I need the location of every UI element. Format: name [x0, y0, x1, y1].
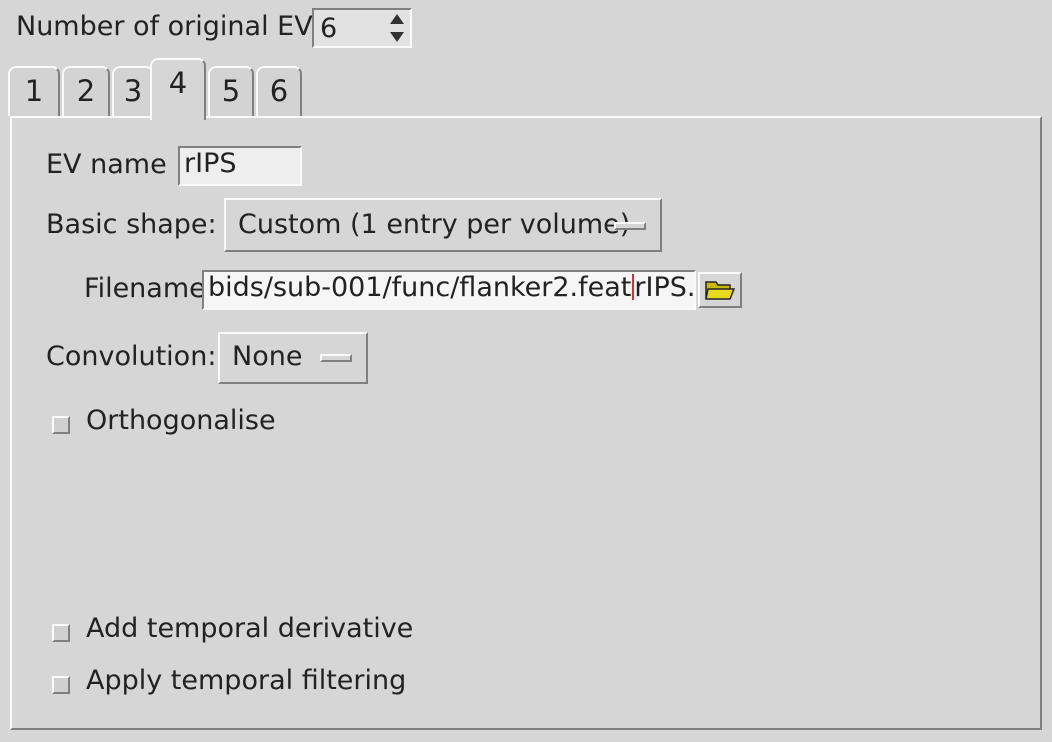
evcount-spinbox[interactable]: 6 [312, 8, 412, 48]
tab-ev-5[interactable]: 5 [208, 66, 254, 116]
tab-ev-3[interactable]: 3 [112, 66, 154, 116]
option-menu-indicator-icon [614, 222, 646, 230]
filename-text-before-cursor: bids/sub-001/func/flanker2.feat [208, 272, 632, 303]
tab-label: 2 [76, 74, 96, 108]
evcount-label: Number of original EVs [16, 11, 327, 42]
filename-text-after-cursor: rIPS.txt [634, 272, 696, 303]
temporal-filtering-checkbox[interactable] [52, 676, 70, 694]
tab-label: 1 [24, 74, 44, 108]
orthogonalise-checkbox[interactable] [52, 416, 70, 434]
temporal-derivative-checkbox[interactable] [52, 624, 70, 642]
basic-shape-label: Basic shape: [46, 209, 217, 240]
ev-tab-panel: EV name rIPS Basic shape: Custom (1 entr… [10, 116, 1042, 730]
tab-ev-1[interactable]: 1 [8, 66, 60, 116]
temporal-filtering-label: Apply temporal filtering [86, 665, 407, 696]
spin-down-icon[interactable] [390, 32, 404, 42]
convolution-menu[interactable]: None [218, 332, 368, 384]
filename-input[interactable]: bids/sub-001/func/flanker2.featrIPS.txt [202, 270, 696, 310]
tab-label: 3 [123, 74, 143, 108]
option-menu-indicator-icon [320, 354, 352, 362]
ev-name-value: rIPS [184, 148, 237, 179]
basic-shape-menu[interactable]: Custom (1 entry per volume) [224, 198, 662, 252]
convolution-value: None [232, 341, 303, 372]
tab-label: 6 [269, 74, 289, 108]
ev-name-label: EV name [46, 149, 167, 180]
folder-open-icon [705, 281, 736, 300]
orthogonalise-label: Orthogonalise [86, 405, 276, 436]
tab-label: 4 [168, 66, 188, 100]
basic-shape-value: Custom (1 entry per volume) [238, 209, 631, 240]
tab-ev-4[interactable]: 4 [150, 58, 206, 120]
browse-file-button[interactable] [698, 272, 742, 308]
tab-ev-2[interactable]: 2 [62, 66, 110, 116]
tab-label: 5 [221, 74, 241, 108]
ev-name-input[interactable]: rIPS [178, 146, 302, 186]
tab-ev-6[interactable]: 6 [256, 66, 302, 116]
spin-up-icon[interactable] [390, 14, 404, 24]
spinbox-arrows-icon[interactable] [386, 12, 408, 44]
filename-label: Filename [84, 273, 206, 304]
temporal-derivative-label: Add temporal derivative [86, 613, 414, 644]
evcount-value[interactable]: 6 [320, 12, 337, 46]
feat-ev-window: Number of original EVs 6 1 2 3 4 5 6 EV … [0, 0, 1052, 742]
convolution-label: Convolution: [46, 341, 217, 372]
